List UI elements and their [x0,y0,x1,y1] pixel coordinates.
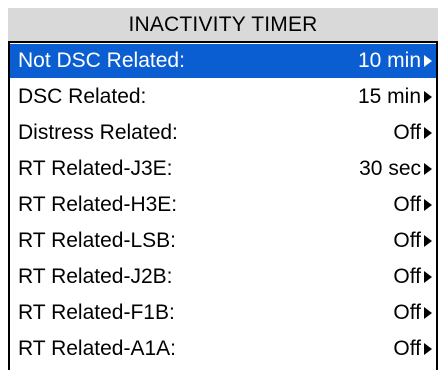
arrow-right-icon [424,307,432,319]
item-label: RT Related-H3E: [18,193,178,216]
item-value: 30 sec [359,157,421,180]
item-label: RT Related-J2B: [18,265,173,288]
item-label: RT Related-J3E: [18,157,173,180]
arrow-right-icon [424,91,432,103]
menu-item-rt-related-lsb[interactable]: RT Related-LSB: Off [10,223,436,259]
item-value: 10 min [357,49,421,72]
arrow-right-icon [424,343,432,355]
arrow-right-icon [424,127,432,139]
item-value: Off [393,229,421,252]
item-label: RT Related-LSB: [18,229,176,252]
item-value: Off [393,301,421,324]
item-value: Off [393,121,421,144]
menu-list: Not DSC Related: 10 min DSC Related: 15 … [10,44,436,367]
menu-item-rt-related-j2b[interactable]: RT Related-J2B: Off [10,259,436,295]
item-value: Off [393,193,421,216]
page-title: INACTIVITY TIMER [128,12,318,36]
menu-item-dsc-related[interactable]: DSC Related: 15 min [10,79,436,115]
item-label: Not DSC Related: [18,49,185,72]
item-value: 15 min [357,85,421,108]
item-label: DSC Related: [18,85,147,108]
menu-item-distress-related[interactable]: Distress Related: Off [10,115,436,151]
item-label: Distress Related: [18,121,178,144]
item-value: Off [393,265,421,288]
menu-frame: Not DSC Related: 10 min DSC Related: 15 … [8,43,438,370]
menu-item-rt-related-a1a[interactable]: RT Related-A1A: Off [10,331,436,367]
arrow-right-icon [424,163,432,175]
arrow-right-icon [424,199,432,211]
menu-item-not-dsc-related[interactable]: Not DSC Related: 10 min [10,44,436,78]
item-value: Off [393,337,421,360]
item-label: RT Related-F1B: [18,301,175,324]
arrow-right-icon [424,235,432,247]
item-label: RT Related-A1A: [18,337,176,360]
menu-item-rt-related-f1b[interactable]: RT Related-F1B: Off [10,295,436,331]
menu-item-rt-related-h3e[interactable]: RT Related-H3E: Off [10,187,436,223]
menu-item-rt-related-j3e[interactable]: RT Related-J3E: 30 sec [10,151,436,187]
inactivity-timer-screen: INACTIVITY TIMER Not DSC Related: 10 min… [0,0,446,370]
arrow-right-icon [424,271,432,283]
title-bar: INACTIVITY TIMER [8,8,438,43]
arrow-right-icon [424,55,432,67]
